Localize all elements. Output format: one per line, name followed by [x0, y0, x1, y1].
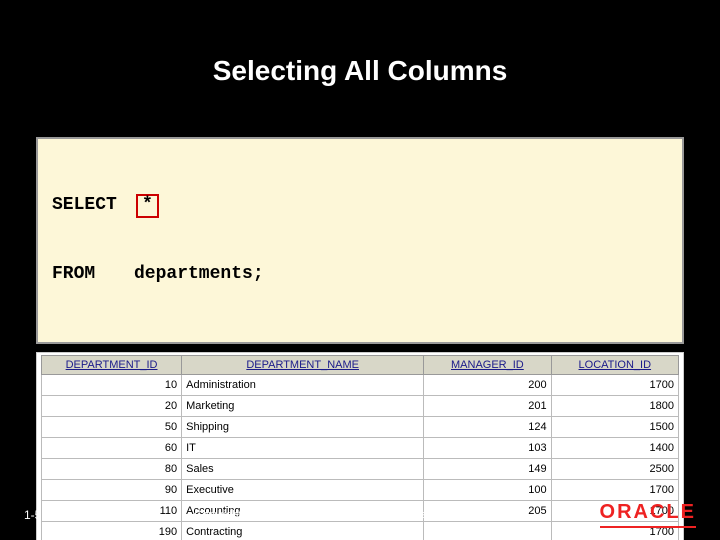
cell-loc-id: 1700 — [551, 375, 678, 396]
cell-loc-id: 2500 — [551, 459, 678, 480]
sql-block: SELECT * FROM departments; — [36, 137, 684, 344]
col-manager-id: MANAGER_ID — [424, 356, 551, 375]
slide-title: Selecting All Columns — [0, 0, 720, 107]
cell-mgr-id: 200 — [424, 375, 551, 396]
slide-footer: 1-5 Copyright © Oracle Corporation, 2001… — [0, 501, 720, 528]
cell-loc-id: 1700 — [551, 480, 678, 501]
copyright-text: Copyright © Oracle Corporation, 2001. Al… — [84, 509, 586, 521]
oracle-logo-bar — [600, 526, 696, 528]
cell-mgr-id: 201 — [424, 396, 551, 417]
table-row: 80 Sales 149 2500 — [42, 459, 679, 480]
table-row: 10 Administration 200 1700 — [42, 375, 679, 396]
cell-dept-id: 10 — [42, 375, 182, 396]
cell-loc-id: 1500 — [551, 417, 678, 438]
cell-dept-name: Shipping — [182, 417, 424, 438]
cell-dept-id: 50 — [42, 417, 182, 438]
sql-select-keyword: SELECT — [52, 194, 134, 217]
cell-mgr-id: 100 — [424, 480, 551, 501]
cell-dept-id: 20 — [42, 396, 182, 417]
sql-from-keyword: FROM — [52, 263, 134, 286]
col-department-name: DEPARTMENT_NAME — [182, 356, 424, 375]
page-number: 1-5 — [24, 508, 84, 522]
table-row: 20 Marketing 201 1800 — [42, 396, 679, 417]
table-row: 90 Executive 100 1700 — [42, 480, 679, 501]
cell-loc-id: 1800 — [551, 396, 678, 417]
cell-mgr-id: 103 — [424, 438, 551, 459]
cell-dept-id: 80 — [42, 459, 182, 480]
cell-mgr-id: 149 — [424, 459, 551, 480]
cell-loc-id: 1400 — [551, 438, 678, 459]
oracle-logo: ORACLE — [586, 501, 696, 528]
cell-dept-name: Executive — [182, 480, 424, 501]
col-location-id: LOCATION_ID — [551, 356, 678, 375]
cell-dept-name: Marketing — [182, 396, 424, 417]
oracle-logo-text: ORACLE — [600, 501, 696, 523]
table-row: 60 IT 103 1400 — [42, 438, 679, 459]
cell-mgr-id: 124 — [424, 417, 551, 438]
table-header: DEPARTMENT_ID DEPARTMENT_NAME MANAGER_ID… — [42, 356, 679, 375]
sql-table-name: departments; — [134, 263, 264, 286]
sql-line-select: SELECT * — [52, 194, 668, 218]
cell-dept-id: 60 — [42, 438, 182, 459]
col-department-id: DEPARTMENT_ID — [42, 356, 182, 375]
cell-dept-id: 90 — [42, 480, 182, 501]
cell-dept-name: Administration — [182, 375, 424, 396]
cell-dept-name: IT — [182, 438, 424, 459]
sql-star-highlight: * — [136, 194, 159, 218]
sql-line-from: FROM departments; — [52, 263, 668, 286]
cell-dept-name: Sales — [182, 459, 424, 480]
sql-code: SELECT * FROM departments; — [52, 149, 668, 330]
table-row: 50 Shipping 124 1500 — [42, 417, 679, 438]
